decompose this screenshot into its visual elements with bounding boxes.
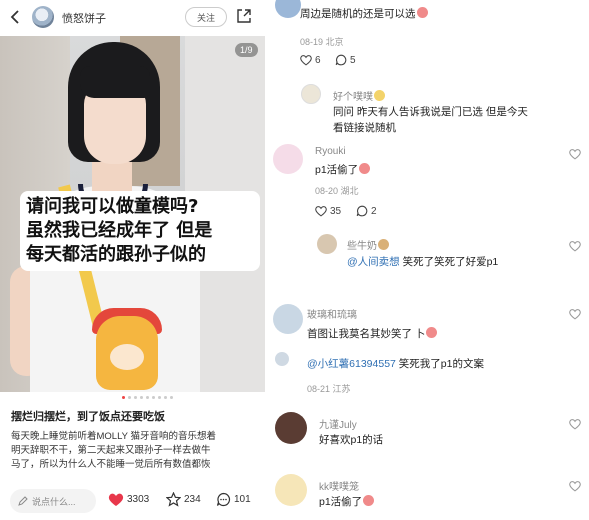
image-caption: 请问我可以做童模吗? 虽然我已经成年了 但是 每天都活的跟孙子似的 [20, 191, 260, 271]
comment-like[interactable]: 35 [315, 205, 341, 217]
heart-outline-icon[interactable] [569, 308, 581, 320]
emoji-icon [426, 327, 438, 338]
post-title: 摆烂归摆烂，到了饭点还要吃饭 [11, 411, 165, 423]
back-arrow-icon[interactable] [8, 9, 22, 25]
commenter-name[interactable]: 好个噗噗 [333, 88, 385, 103]
comment-text: @小红薯61394557 笑死我了p1的文案 [307, 358, 484, 370]
commenter-name[interactable]: 九谨July [319, 416, 357, 431]
emoji-icon [416, 7, 428, 18]
post-description: 每天晚上睡觉前听着MOLLY 猫牙音响的音乐想着 明天辞职不干，第二天起来又跟孙… [11, 431, 216, 470]
avatar[interactable] [275, 412, 307, 444]
post-panel: 愤怒饼子 关注 1/9 请问我可以做童模吗? 虽然我已经成年了 但是 每天都活的… [0, 0, 265, 520]
star-icon [166, 492, 181, 507]
comment-meta: 08-19 北京 [300, 37, 344, 47]
image-counter: 1/9 [235, 43, 258, 57]
emoji-icon [359, 163, 371, 174]
comment-reply[interactable]: 2 [356, 205, 377, 217]
heart-outline-icon [315, 206, 327, 217]
avatar[interactable] [275, 0, 301, 18]
heart-icon [108, 493, 124, 506]
avatar[interactable] [273, 304, 303, 334]
heart-outline-icon[interactable] [569, 148, 581, 160]
comment-count: 101 [234, 494, 251, 505]
follow-button[interactable]: 关注 [185, 7, 227, 27]
comment-text: 周边是随机的还是可以选 [300, 6, 428, 22]
comment-input[interactable]: 说点什么... [10, 489, 96, 513]
emoji-icon [374, 90, 385, 101]
pen-icon [18, 496, 28, 506]
comment-reply[interactable]: 5 [335, 54, 356, 66]
comment-placeholder: 说点什么... [32, 496, 76, 507]
comment-meta: 08-21 江苏 [307, 384, 351, 394]
comment-like[interactable]: 6 [300, 54, 321, 66]
like-button[interactable]: 3303 [108, 492, 149, 507]
avatar[interactable] [301, 84, 321, 104]
like-count: 3303 [127, 494, 150, 505]
author-name[interactable]: 愤怒饼子 [62, 10, 106, 26]
comment-text: p1活偷了 [315, 162, 371, 178]
commenter-name[interactable]: Ryouki [315, 146, 346, 157]
heart-outline-icon[interactable] [569, 240, 581, 252]
heart-outline-icon[interactable] [569, 418, 581, 430]
post-image[interactable]: 1/9 请问我可以做童模吗? 虽然我已经成年了 但是 每天都活的跟孙子似的 [0, 36, 265, 392]
commenter-name[interactable]: 些牛奶 [347, 237, 389, 252]
mention-link[interactable]: @人间卖想 [347, 256, 400, 268]
mention-link[interactable]: @小红薯61394557 [307, 358, 396, 370]
star-count: 234 [184, 494, 201, 505]
reply-bubble-icon [356, 205, 368, 217]
comment-bubble-icon [216, 492, 231, 507]
avatar[interactable] [317, 234, 337, 254]
comment-text: 看链接说随机 [333, 122, 396, 134]
commenter-name[interactable]: kk噗噗笼 [319, 478, 359, 493]
reply-bubble-icon [335, 54, 347, 66]
comment-text: @人间卖想 笑死了笑死了好爱p1 [347, 256, 499, 268]
comment-button[interactable]: 101 [216, 492, 251, 507]
heart-outline-icon [300, 55, 312, 66]
author-avatar[interactable] [32, 6, 54, 28]
collect-button[interactable]: 234 [166, 492, 201, 507]
heart-outline-icon[interactable] [569, 480, 581, 492]
comment-text: 首图让我莫名其妙笑了 卜 [307, 326, 438, 342]
avatar[interactable] [275, 352, 289, 366]
share-icon[interactable] [236, 8, 252, 24]
commenter-name[interactable]: 玻璃和琉璃 [307, 306, 357, 321]
comments-panel: 周边是随机的还是可以选 08-19 北京 6 5 好个噗噗 同问 昨天有人告诉我… [265, 0, 589, 520]
avatar[interactable] [275, 474, 307, 506]
comment-meta: 08-20 湖北 [315, 186, 359, 196]
avatar[interactable] [273, 144, 303, 174]
follow-label: 关注 [196, 12, 215, 23]
emoji-icon [378, 239, 389, 250]
emoji-icon [363, 495, 375, 506]
comment-text: p1活偷了 [319, 494, 375, 510]
carousel-dots [122, 396, 173, 399]
comment-text: 同问 昨天有人告诉我说是门已选 但是今天 [333, 106, 528, 118]
comment-text: 好喜欢p1的话 [319, 434, 384, 446]
